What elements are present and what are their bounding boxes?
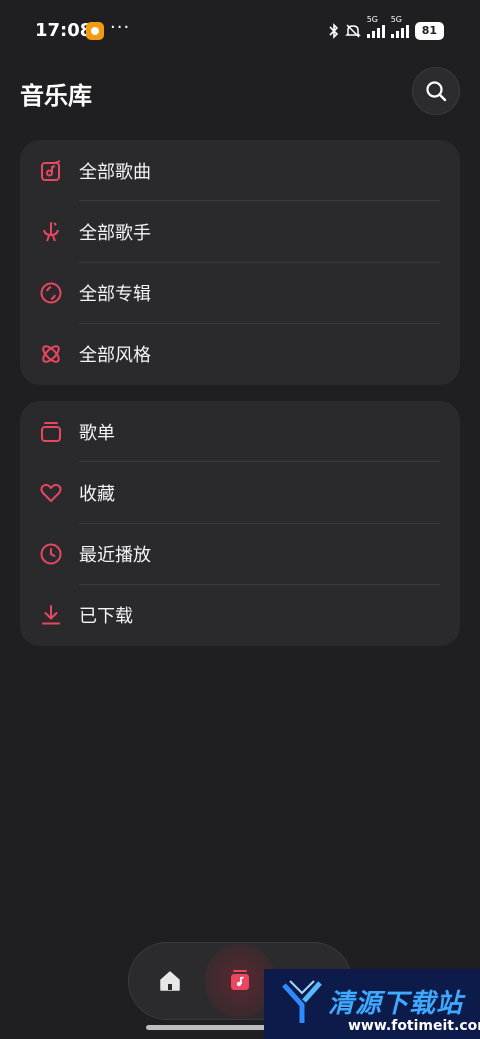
list-item-all-artists[interactable]: 全部歌手 (20, 201, 460, 263)
list-item-all-albums[interactable]: 全部专辑 (20, 263, 460, 324)
songs-icon (38, 158, 64, 184)
library-icon (231, 970, 249, 990)
mute-icon (344, 24, 361, 38)
list-item-label: 收藏 (79, 483, 115, 505)
battery-indicator: 81 (414, 22, 444, 40)
list-item-downloaded[interactable]: 已下载 (20, 585, 460, 646)
download-icon (38, 602, 64, 628)
bluetooth-icon (329, 23, 338, 39)
search-icon (426, 81, 447, 102)
clock-icon (38, 541, 64, 567)
list-item-label: 歌单 (79, 422, 115, 444)
list-item-label: 全部歌手 (79, 222, 151, 244)
list-item-label: 全部专辑 (79, 284, 151, 306)
watermark-title: 清源下载站 (328, 989, 464, 1019)
watermark-logo (282, 980, 322, 1023)
list-item-all-genres[interactable]: 全部风格 (20, 324, 460, 385)
heart-icon (38, 480, 64, 506)
album-icon (38, 280, 64, 306)
search-button[interactable] (412, 67, 460, 115)
more-notifications-icon: ··· (110, 17, 131, 38)
list-item-playlists[interactable]: 歌单 (20, 401, 460, 463)
app-notification-icon (86, 22, 104, 40)
signal-icon: 5G (366, 15, 385, 38)
genre-icon (38, 341, 64, 367)
status-indicators: 5G 5G 81 (329, 15, 444, 42)
list-item-label: 最近播放 (79, 545, 151, 567)
page-title: 音乐库 (20, 82, 92, 110)
my-collection-card: 歌单 收藏 最近播放 已下载 (20, 401, 460, 646)
list-item-label: 已下载 (79, 606, 133, 628)
playlist-icon (38, 419, 64, 445)
list-item-all-songs[interactable]: 全部歌曲 (20, 140, 460, 202)
status-bar: 17:08 ··· 5G 5G 81 (0, 0, 480, 62)
signal-icon-2: 5G (390, 15, 409, 38)
list-item-label: 全部风格 (79, 345, 151, 367)
library-categories-card: 全部歌曲 全部歌手 全部专辑 全部风格 (20, 140, 460, 385)
list-item-favorites[interactable]: 收藏 (20, 462, 460, 524)
artist-icon (38, 219, 64, 245)
list-item-recently-played[interactable]: 最近播放 (20, 524, 460, 585)
watermark: 清源下载站 www.fotimeit.com (264, 969, 480, 1039)
status-time: 17:08 (35, 20, 93, 41)
list-item-label: 全部歌曲 (79, 161, 151, 183)
nav-home-button[interactable] (149, 960, 191, 1002)
home-icon (160, 971, 180, 991)
watermark-url: www.fotimeit.com (348, 1018, 480, 1034)
